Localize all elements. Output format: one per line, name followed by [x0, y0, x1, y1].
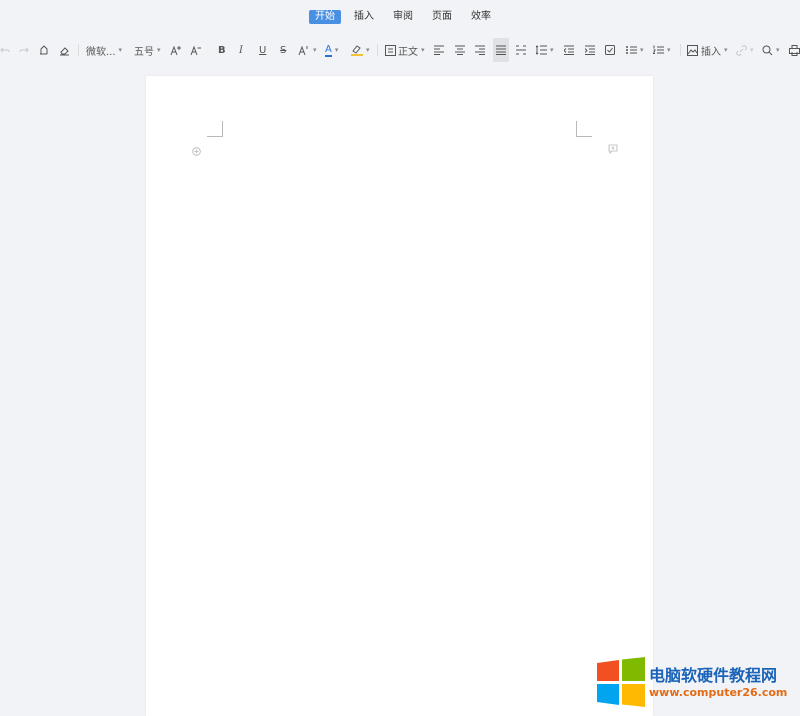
paragraph-style-select[interactable]: 正文 ▾ — [385, 38, 425, 62]
link-button[interactable]: ▾ — [736, 38, 754, 62]
insert-label: 插入 — [701, 46, 721, 58]
chevron-down-icon: ▾ — [724, 46, 728, 54]
chevron-down-icon: ▾ — [313, 46, 317, 54]
chevron-down-icon: ▾ — [667, 46, 671, 54]
format-painter-button[interactable] — [38, 38, 49, 62]
align-right-icon — [475, 45, 485, 55]
find-button[interactable]: ▾ — [762, 38, 780, 62]
underline-button[interactable]: U — [259, 38, 266, 62]
tab-efficiency[interactable]: 效率 — [465, 10, 497, 24]
font-color-button[interactable]: A ▾ — [325, 38, 338, 62]
toolbar-divider — [680, 44, 681, 56]
font-size-value: 五号 — [134, 46, 154, 58]
paragraph-style-value: 正文 — [398, 46, 418, 58]
strikethrough-button[interactable]: S — [280, 38, 286, 62]
checkbox-list-button[interactable] — [605, 38, 615, 62]
increase-indent-button[interactable] — [585, 38, 595, 62]
style-icon — [385, 44, 396, 56]
decrease-font-button[interactable] — [190, 38, 202, 62]
align-left-icon — [434, 45, 444, 55]
distribute-icon — [516, 45, 526, 55]
outdent-icon — [564, 45, 574, 55]
bullet-list-icon — [626, 46, 637, 54]
site-watermark: 电脑软硬件教程网 www.computer26.com — [596, 657, 800, 707]
chevron-down-icon: ▾ — [421, 46, 425, 54]
numbered-list-icon — [653, 45, 664, 54]
clear-format-button[interactable] — [59, 38, 70, 62]
checkbox-icon — [605, 45, 615, 55]
menu-tabs: 开始 插入 审阅 页面 效率 — [309, 10, 504, 24]
line-spacing-button[interactable]: ▾ — [536, 38, 554, 62]
font-grow-icon — [170, 45, 181, 55]
indent-icon — [585, 45, 595, 55]
format-painter-icon — [40, 44, 48, 54]
align-center-icon — [455, 45, 465, 55]
font-name-select[interactable]: 微软... ▾ — [86, 38, 122, 62]
watermark-title: 电脑软硬件教程网 — [649, 666, 778, 685]
highlight-button[interactable]: ▾ — [351, 38, 370, 62]
chevron-down-icon: ▾ — [366, 46, 370, 54]
tab-review[interactable]: 审阅 — [387, 10, 419, 24]
italic-button[interactable]: I — [239, 38, 243, 62]
font-name-value: 微软... — [86, 46, 116, 58]
chevron-down-icon: ▾ — [776, 46, 780, 54]
bullet-list-button[interactable]: ▾ — [626, 38, 644, 62]
highlighter-icon — [351, 45, 363, 56]
print-button[interactable] — [789, 38, 800, 62]
printer-icon — [789, 44, 800, 56]
chevron-down-icon: ▾ — [640, 46, 644, 54]
superscript-icon — [298, 45, 308, 55]
distribute-button[interactable] — [516, 38, 526, 62]
decrease-indent-button[interactable] — [564, 38, 574, 62]
search-icon — [762, 45, 773, 55]
image-icon — [687, 44, 698, 56]
bold-button[interactable]: B — [218, 38, 226, 62]
link-icon — [736, 44, 747, 56]
add-block-icon[interactable] — [192, 141, 201, 160]
windows-logo — [597, 657, 645, 707]
numbered-list-button[interactable]: ▾ — [653, 38, 671, 62]
justify-button[interactable] — [493, 38, 509, 62]
tab-page[interactable]: 页面 — [426, 10, 458, 24]
redo-button[interactable] — [19, 38, 29, 62]
chevron-down-icon: ▾ — [118, 46, 123, 54]
comment-icon[interactable] — [608, 139, 618, 158]
toolbar-divider — [78, 44, 79, 56]
font-color-icon: A — [325, 43, 332, 57]
document-page[interactable] — [146, 76, 653, 716]
eraser-icon — [60, 46, 69, 55]
increase-font-button[interactable] — [170, 38, 182, 62]
text-effect-button[interactable]: ▾ — [298, 38, 317, 62]
chevron-down-icon: ▾ — [550, 46, 554, 54]
toolbar: 微软... ▾ 五号 ▾ B I U S ▾ A ▾ ▾ 正文 ▾ ▾ ▾ ▾ … — [0, 38, 800, 62]
tab-start[interactable]: 开始 — [309, 10, 341, 24]
watermark-url: www.computer26.com — [649, 686, 788, 699]
justify-icon — [496, 45, 506, 55]
undo-icon — [0, 47, 10, 53]
margin-marker-top-right — [576, 121, 592, 137]
undo-button[interactable] — [0, 38, 10, 62]
redo-icon — [19, 47, 29, 53]
chevron-down-icon: ▾ — [157, 46, 161, 54]
align-right-button[interactable] — [475, 38, 485, 62]
chevron-down-icon: ▾ — [750, 46, 754, 54]
insert-button[interactable]: 插入 ▾ — [687, 38, 728, 62]
tab-insert[interactable]: 插入 — [348, 10, 380, 24]
line-spacing-icon — [536, 45, 547, 55]
toolbar-divider — [377, 44, 378, 56]
font-shrink-icon — [190, 45, 201, 55]
margin-marker-top-left — [207, 121, 223, 137]
font-size-select[interactable]: 五号 ▾ — [134, 38, 161, 62]
chevron-down-icon: ▾ — [334, 46, 339, 54]
align-center-button[interactable] — [455, 38, 465, 62]
menu-bar: 开始 插入 审阅 页面 效率 — [0, 0, 800, 34]
align-left-button[interactable] — [434, 38, 444, 62]
